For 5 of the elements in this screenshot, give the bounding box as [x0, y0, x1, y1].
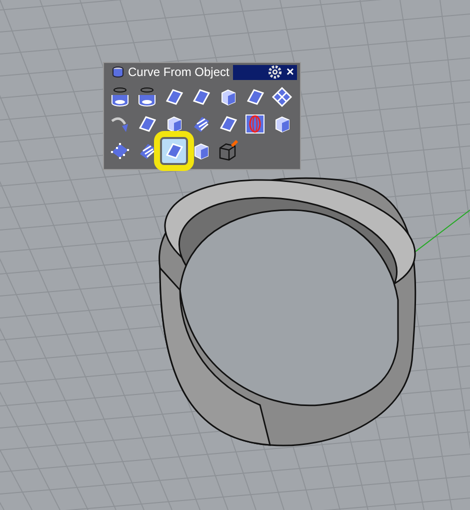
toolbar-title: Curve From Object: [107, 65, 230, 79]
grid-icon: [270, 85, 294, 109]
settings-icon[interactable]: [268, 65, 282, 79]
close-button[interactable]: ×: [286, 65, 294, 79]
cylinder-icon: [111, 65, 125, 79]
